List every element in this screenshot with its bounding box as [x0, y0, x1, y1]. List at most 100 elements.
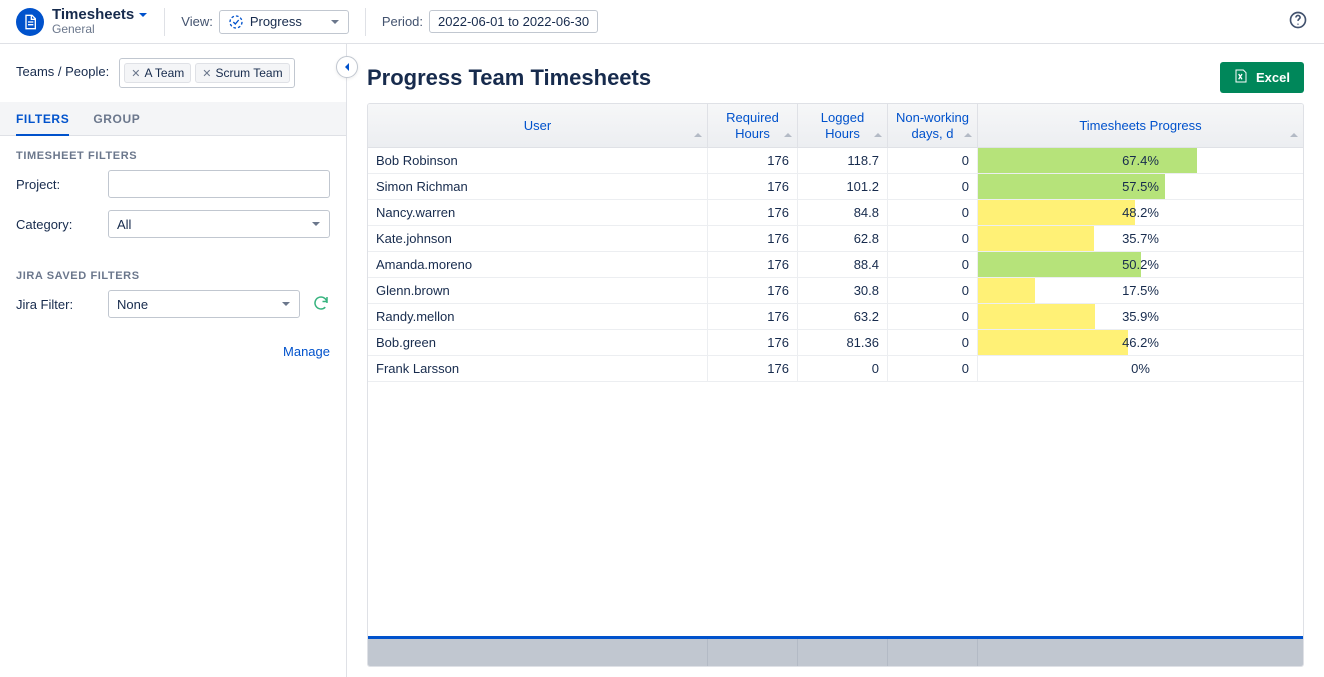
progress-label: 57.5%: [986, 179, 1295, 194]
table-row[interactable]: Amanda.moreno17688.4050.2%: [368, 252, 1303, 278]
cell-progress: 57.5%: [978, 174, 1303, 199]
sidebar-tabs: FILTERS GROUP: [0, 102, 346, 136]
table-row[interactable]: Simon Richman176101.2057.5%: [368, 174, 1303, 200]
jira-filter-value: None: [117, 297, 148, 312]
cell-user: Bob Robinson: [368, 148, 708, 173]
teams-chips-input[interactable]: ✕ A Team ✕ Scrum Team: [119, 58, 294, 88]
table-row[interactable]: Frank Larsson176000%: [368, 356, 1303, 382]
view-control: View: Progress: [181, 10, 349, 34]
chip-label: Scrum Team: [215, 66, 282, 80]
cell-required: 176: [708, 252, 798, 277]
progress-label: 48.2%: [986, 205, 1295, 220]
remove-chip-icon[interactable]: ✕: [202, 67, 211, 80]
cell-logged: 63.2: [798, 304, 888, 329]
jira-filter-select[interactable]: None: [108, 290, 300, 318]
team-chip[interactable]: ✕ Scrum Team: [195, 63, 289, 83]
progress-label: 17.5%: [986, 283, 1295, 298]
table-row[interactable]: Kate.johnson17662.8035.7%: [368, 226, 1303, 252]
tab-group[interactable]: GROUP: [93, 102, 140, 135]
cell-logged: 30.8: [798, 278, 888, 303]
col-nonworking-days[interactable]: Non-working days, d: [888, 104, 978, 147]
project-label: Project:: [16, 177, 96, 192]
category-label: Category:: [16, 217, 96, 232]
cell-progress: 67.4%: [978, 148, 1303, 173]
app-switcher[interactable]: Timesheets General: [16, 7, 148, 37]
chevron-down-icon: [138, 10, 148, 20]
table-footer: [368, 636, 1303, 666]
cell-required: 176: [708, 226, 798, 251]
cell-progress: 50.2%: [978, 252, 1303, 277]
table-row[interactable]: Glenn.brown17630.80 17.5%: [368, 278, 1303, 304]
cell-nonworking: 0: [888, 278, 978, 303]
cell-user: Amanda.moreno: [368, 252, 708, 277]
col-logged-hours[interactable]: Logged Hours: [798, 104, 888, 147]
cell-nonworking: 0: [888, 356, 978, 381]
sort-icon: [873, 128, 883, 143]
period-picker[interactable]: 2022-06-01 to 2022-06-30: [429, 10, 598, 33]
cell-logged: 81.36: [798, 330, 888, 355]
cell-logged: 118.7: [798, 148, 888, 173]
progress-label: 0%: [986, 361, 1295, 376]
export-excel-button[interactable]: Excel: [1220, 62, 1304, 93]
cell-user: Glenn.brown: [368, 278, 708, 303]
table-row[interactable]: Randy.mellon17663.20 35.9%: [368, 304, 1303, 330]
cell-progress: 48.2%: [978, 200, 1303, 225]
chevron-down-icon: [330, 17, 340, 27]
cell-nonworking: 0: [888, 304, 978, 329]
cell-progress: 0%: [978, 356, 1303, 381]
col-progress[interactable]: Timesheets Progress: [978, 104, 1303, 147]
period-label: Period:: [382, 14, 423, 29]
cell-required: 176: [708, 278, 798, 303]
period-value: 2022-06-01 to 2022-06-30: [438, 14, 589, 29]
project-input[interactable]: [108, 170, 330, 198]
table-header: User Required Hours Logged Hours Non-wor…: [368, 104, 1303, 148]
jira-filters-heading: JIRA SAVED FILTERS: [16, 270, 330, 282]
remove-chip-icon[interactable]: ✕: [131, 67, 140, 80]
progress-label: 67.4%: [986, 153, 1295, 168]
cell-user: Randy.mellon: [368, 304, 708, 329]
cell-progress: 35.9%: [978, 304, 1303, 329]
chip-label: A Team: [144, 66, 184, 80]
sidebar: Teams / People: ✕A Team✕Scrum Team FILTE…: [0, 44, 347, 677]
cell-nonworking: 0: [888, 200, 978, 225]
table-row[interactable]: Nancy.warren17684.8048.2%: [368, 200, 1303, 226]
table-row[interactable]: Bob Robinson176118.7067.4%: [368, 148, 1303, 174]
cell-nonworking: 0: [888, 226, 978, 251]
table-row[interactable]: Bob.green17681.36046.2%: [368, 330, 1303, 356]
progress-label: 46.2%: [986, 335, 1295, 350]
view-label: View:: [181, 14, 213, 29]
top-bar: Timesheets General View: Progress Period…: [0, 0, 1324, 44]
app-subtitle: General: [52, 23, 148, 36]
view-select[interactable]: Progress: [219, 10, 349, 34]
cell-progress: 46.2%: [978, 330, 1303, 355]
col-user[interactable]: User: [368, 104, 708, 147]
tab-filters[interactable]: FILTERS: [16, 102, 69, 135]
excel-label: Excel: [1256, 70, 1290, 85]
cell-user: Bob.green: [368, 330, 708, 355]
help-icon[interactable]: [1288, 10, 1308, 33]
sort-icon: [1289, 128, 1299, 143]
category-select[interactable]: All: [108, 210, 330, 238]
cell-user: Nancy.warren: [368, 200, 708, 225]
table-body: Bob Robinson176118.7067.4%Simon Richman1…: [368, 148, 1303, 636]
cell-required: 176: [708, 148, 798, 173]
chevron-down-icon: [281, 299, 291, 309]
cell-required: 176: [708, 304, 798, 329]
cell-logged: 88.4: [798, 252, 888, 277]
cell-progress: 35.7%: [978, 226, 1303, 251]
cell-user: Frank Larsson: [368, 356, 708, 381]
chevron-down-icon: [311, 219, 321, 229]
cell-required: 176: [708, 356, 798, 381]
cell-progress: 17.5%: [978, 278, 1303, 303]
team-chip[interactable]: ✕ A Team: [124, 63, 191, 83]
sort-icon: [963, 128, 973, 143]
sort-icon: [783, 128, 793, 143]
refresh-icon[interactable]: [312, 294, 330, 315]
collapse-sidebar-button[interactable]: [336, 56, 358, 78]
divider: [164, 8, 165, 36]
manage-link[interactable]: Manage: [283, 344, 330, 359]
excel-icon: [1234, 68, 1250, 87]
progress-label: 35.7%: [986, 231, 1295, 246]
col-required-hours[interactable]: Required Hours: [708, 104, 798, 147]
progress-label: 35.9%: [986, 309, 1295, 324]
